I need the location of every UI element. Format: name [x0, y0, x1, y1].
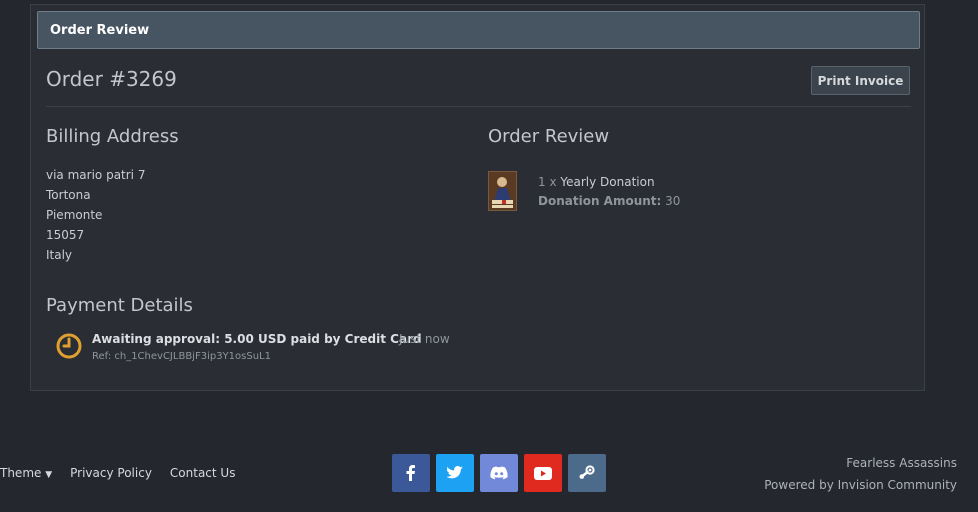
donation-poster-icon	[489, 172, 516, 210]
youtube-icon	[534, 466, 552, 480]
item-name-link[interactable]: Yearly Donation	[560, 175, 654, 189]
order-review-panel: Order Review Order #3269 Print Invoice B…	[30, 4, 925, 391]
order-item: 1 x Yearly Donation	[538, 175, 655, 189]
payment-details-title: Payment Details	[46, 295, 193, 316]
address-line: 15057	[46, 228, 85, 242]
facebook-button[interactable]	[392, 454, 430, 492]
theme-label: Theme	[0, 466, 42, 480]
caret-down-icon: ▼	[45, 470, 53, 480]
footer-links: Theme ▼ Privacy Policy Contact Us	[0, 466, 235, 480]
twitter-button[interactable]	[436, 454, 474, 492]
clock-icon	[56, 333, 82, 359]
address-line: Italy	[46, 248, 73, 262]
address-line: Piemonte	[46, 208, 103, 222]
payment-status: Awaiting approval: 5.00 USD paid by Cred…	[92, 332, 422, 346]
item-amount: Donation Amount: 30	[538, 194, 680, 208]
facebook-icon	[406, 465, 415, 481]
billing-address-title: Billing Address	[46, 126, 179, 147]
billing-address: via mario patri 7 Tortona Piemonte 15057…	[46, 165, 145, 265]
youtube-button[interactable]	[524, 454, 562, 492]
discord-button[interactable]	[480, 454, 518, 492]
contact-us-link[interactable]: Contact Us	[170, 466, 236, 480]
item-quantity: 1 x	[538, 175, 557, 189]
product-thumbnail[interactable]	[488, 171, 517, 211]
address-line: via mario patri 7	[46, 168, 146, 182]
payment-time: Just now	[399, 332, 450, 346]
panel-header: Order Review	[37, 11, 920, 49]
steam-button[interactable]	[568, 454, 606, 492]
twitter-icon	[447, 466, 463, 479]
item-amount-value: 30	[665, 194, 681, 208]
item-amount-label: Donation Amount:	[538, 194, 662, 208]
discord-icon	[490, 466, 508, 480]
steam-icon	[579, 465, 595, 479]
theme-menu[interactable]: Theme ▼	[0, 466, 52, 480]
print-invoice-button[interactable]: Print Invoice	[811, 66, 910, 95]
powered-by-link[interactable]: Powered by Invision Community	[764, 478, 957, 492]
panel-header-title: Order Review	[50, 22, 150, 38]
order-review-title: Order Review	[488, 126, 610, 147]
privacy-policy-link[interactable]: Privacy Policy	[70, 466, 152, 480]
site-name: Fearless Assassins	[846, 456, 957, 470]
divider	[46, 106, 911, 107]
order-title: Order #3269	[46, 67, 177, 91]
address-line: Tortona	[46, 188, 91, 202]
payment-reference: Ref: ch_1ChevCJLBBjF3ip3Y1osSuL1	[92, 351, 271, 362]
